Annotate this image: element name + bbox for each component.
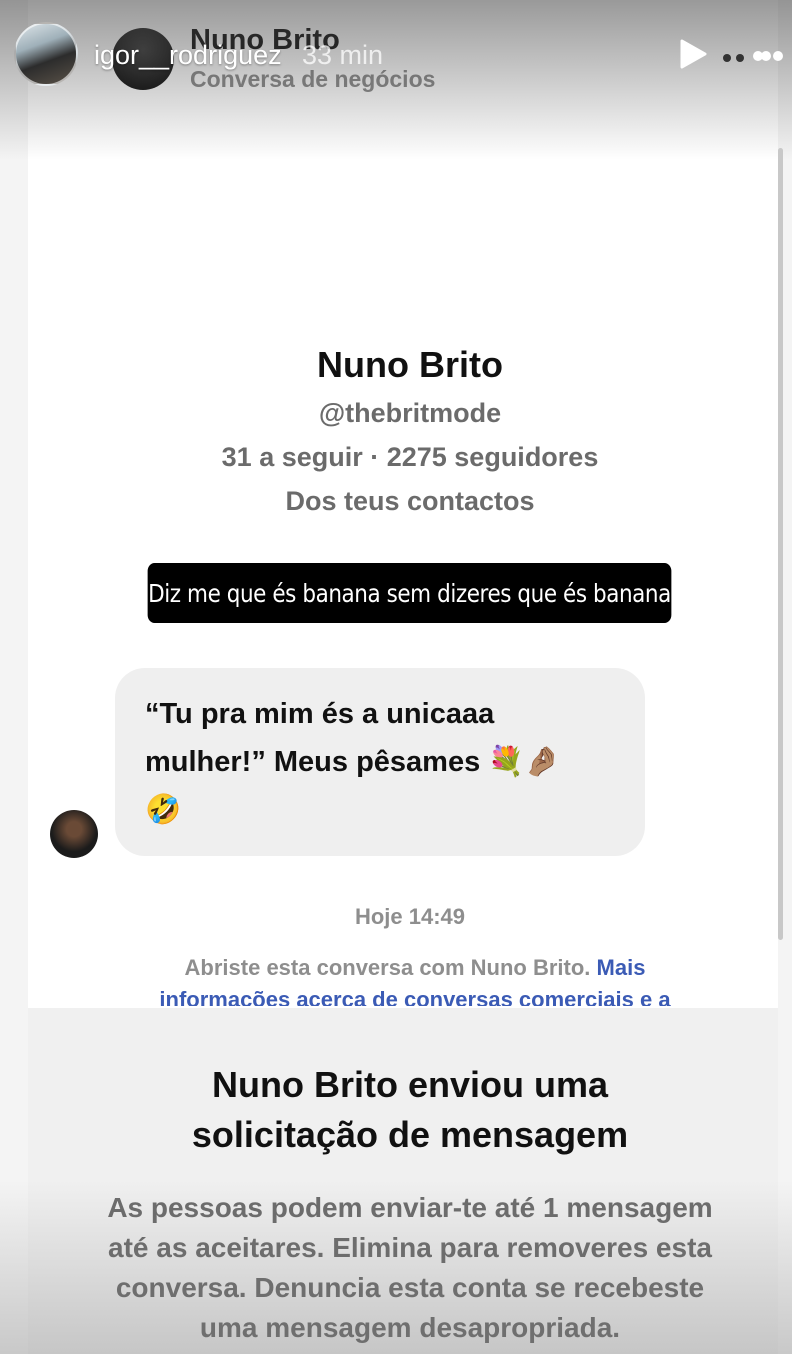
request-body-line: conversa. Denuncia esta conta se recebes… — [115, 1272, 705, 1303]
request-title: Nuno Brito enviou uma solicitação de men… — [0, 1060, 792, 1160]
request-body-line: até as aceitares. Elimina para removeres… — [108, 1232, 712, 1263]
story-caption: Diz me que és banana sem dizeres que és … — [147, 563, 672, 623]
profile-contacts: Dos teus contactos — [285, 486, 535, 516]
sender-avatar[interactable] — [50, 810, 98, 858]
play-icon[interactable] — [678, 38, 708, 70]
message-timestamp: Hoje 14:49 — [354, 904, 466, 929]
request-body-line: uma mensagem desapropriada. — [199, 1312, 621, 1343]
profile-handle: @thebritmode — [318, 398, 502, 428]
scrollbar[interactable] — [778, 148, 783, 940]
profile-stats: 31 a seguir · 2275 seguidores — [221, 442, 599, 472]
message-bubble[interactable]: “Tu pra mim és a unicaaa mulher!” Meus p… — [115, 668, 645, 856]
story-author-avatar[interactable] — [14, 22, 78, 86]
story-username[interactable]: igor__rodriguez — [94, 40, 282, 71]
info-text: Abriste esta conversa com Nuno Brito. — [184, 955, 597, 980]
request-body-line: As pessoas podem enviar-te até 1 mensage… — [107, 1192, 713, 1223]
message-line: mulher!” Meus pêsames 💐🤌🏽 — [145, 746, 561, 778]
more-options-icon[interactable] — [718, 46, 784, 66]
request-description: As pessoas podem enviar-te até 1 mensage… — [60, 1188, 760, 1348]
message-line: 🤣 — [145, 794, 182, 826]
request-title-line: Nuno Brito enviou uma — [212, 1064, 608, 1105]
story-time: 33 min — [302, 40, 384, 70]
profile-photo[interactable] — [316, 122, 502, 308]
request-title-line: solicitação de mensagem — [191, 1114, 629, 1155]
business-chat-info: Abriste esta conversa com Nuno Brito. Ma… — [120, 952, 710, 1006]
message-line: “Tu pra mim és a unicaaa — [145, 698, 495, 730]
profile-name: Nuno Brito — [317, 344, 503, 385]
